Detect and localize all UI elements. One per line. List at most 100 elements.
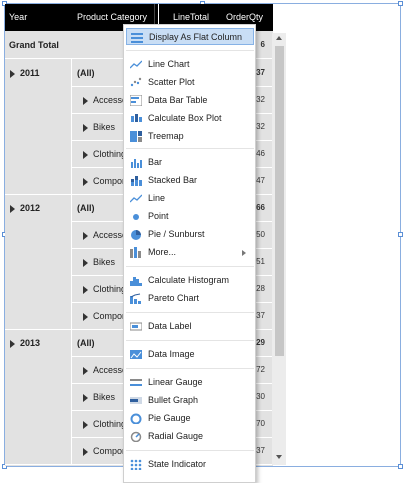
expand-triangle-icon[interactable]: [10, 204, 15, 213]
context-menu: Display As Flat Column Line Chart Scatter …: [123, 24, 256, 483]
menu-item-state-indicator[interactable]: State Indicator: [126, 456, 254, 473]
order-qty-value: 32: [256, 122, 265, 131]
expand-triangle-icon[interactable]: [83, 123, 88, 132]
menu-item-stacked-bar[interactable]: Stacked Bar: [126, 172, 254, 189]
order-qty-value: 51: [256, 257, 265, 266]
menu-item-line[interactable]: Line: [126, 190, 254, 207]
year-label: 2011: [10, 68, 40, 78]
radial-gauge-icon: [130, 431, 142, 443]
menu-item-data-image[interactable]: Data Image: [126, 346, 254, 363]
resize-handle-bottom-right[interactable]: [398, 464, 403, 469]
scroll-thumb[interactable]: [275, 46, 284, 356]
expand-triangle-icon[interactable]: [83, 96, 88, 105]
menu-item-label: Data Label: [148, 321, 192, 331]
point-icon: [130, 211, 142, 222]
menu-item-pie[interactable]: Pie / Sunburst: [126, 226, 254, 243]
year-label: 2013: [10, 338, 40, 348]
menu-item-point[interactable]: Point: [126, 208, 254, 225]
menu-item-label: Line: [148, 193, 166, 203]
category-label: Clothing: [83, 419, 126, 429]
menu-item-pareto[interactable]: Pareto Chart: [126, 290, 254, 307]
expand-triangle-icon[interactable]: [10, 339, 15, 348]
menu-item-bar[interactable]: Bar: [126, 154, 254, 171]
menu-item-label: Treemap: [148, 131, 184, 141]
category-label: Bikes: [83, 122, 115, 132]
menu-item-treemap[interactable]: Treemap: [126, 128, 254, 145]
order-qty-value: 46: [256, 149, 265, 158]
pie-gauge-icon: [130, 413, 142, 425]
expand-triangle-icon[interactable]: [10, 69, 15, 78]
box-plot-icon: [130, 113, 142, 124]
menu-item-bullet-graph[interactable]: Bullet Graph: [126, 392, 254, 409]
menu-item-label: Point: [148, 211, 169, 221]
menu-item-label: Stacked Bar: [148, 175, 198, 185]
menu-item-label: Bullet Graph: [148, 395, 199, 405]
year-row-header[interactable]: 2012: [5, 194, 71, 329]
order-qty-value: 37: [256, 68, 265, 77]
menu-item-pie-gauge[interactable]: Pie Gauge: [126, 410, 254, 427]
pie-icon: [130, 229, 142, 240]
order-qty-value: 32: [256, 95, 265, 104]
expand-triangle-icon[interactable]: [83, 366, 88, 375]
order-qty-value: 29: [256, 338, 265, 347]
expand-triangle-icon[interactable]: [83, 312, 88, 321]
year-label: 2012: [10, 203, 40, 213]
menu-item-label: Calculate Box Plot: [148, 113, 222, 123]
menu-item-label: State Indicator: [148, 459, 207, 469]
data-bar-table-icon: [129, 94, 143, 107]
scatter-plot-icon: [130, 77, 142, 88]
order-qty-value: 66: [256, 203, 265, 212]
expand-triangle-icon[interactable]: [83, 150, 88, 159]
expand-triangle-icon[interactable]: [83, 420, 88, 429]
menu-item-data-label[interactable]: Data Label: [126, 318, 254, 335]
menu-item-box-plot[interactable]: Calculate Box Plot: [126, 110, 254, 127]
category-label: Compon: [83, 176, 127, 186]
resize-handle-right[interactable]: [398, 232, 403, 237]
year-row-header[interactable]: 2011: [5, 59, 71, 194]
linear-gauge-icon: [130, 377, 142, 388]
pareto-icon: [130, 293, 142, 304]
menu-item-data-bar-table[interactable]: Data Bar Table: [126, 92, 254, 109]
order-qty-value: 47: [256, 176, 265, 185]
scroll-up-icon[interactable]: [276, 36, 282, 40]
category-label: (All): [77, 338, 95, 348]
expand-triangle-icon[interactable]: [83, 285, 88, 294]
year-column-header[interactable]: Year: [9, 4, 27, 31]
menu-separator: [126, 148, 254, 149]
vertical-scrollbar[interactable]: [272, 33, 286, 465]
menu-separator: [126, 50, 254, 51]
expand-triangle-icon[interactable]: [83, 258, 88, 267]
menu-item-label: Data Image: [148, 349, 195, 359]
expand-triangle-icon[interactable]: [83, 393, 88, 402]
grand-total-label: Grand Total: [9, 40, 59, 50]
category-label: Bikes: [83, 392, 115, 402]
menu-item-label: Radial Gauge: [148, 431, 204, 441]
menu-item-scatter-plot[interactable]: Scatter Plot: [126, 74, 254, 91]
menu-item-label: Data Bar Table: [148, 95, 208, 105]
menu-item-histogram[interactable]: Calculate Histogram: [126, 272, 254, 289]
year-row-header[interactable]: 2013: [5, 329, 71, 464]
menu-item-flat-column[interactable]: Display As Flat Column: [126, 28, 254, 45]
menu-item-more[interactable]: More...: [126, 244, 254, 261]
category-label: (All): [77, 203, 95, 213]
category-label: Clothing: [83, 284, 126, 294]
flat-column-icon: [131, 32, 143, 43]
order-qty-value: 37: [256, 311, 265, 320]
data-image-icon: [130, 349, 142, 360]
menu-item-linear-gauge[interactable]: Linear Gauge: [126, 374, 254, 391]
category-label: (All): [77, 68, 95, 78]
scroll-down-icon[interactable]: [276, 455, 282, 459]
expand-triangle-icon[interactable]: [83, 231, 88, 240]
stacked-bar-icon: [130, 175, 142, 186]
menu-separator: [126, 340, 254, 341]
menu-item-label: Scatter Plot: [148, 77, 195, 87]
bullet-graph-icon: [130, 395, 142, 406]
menu-item-radial-gauge[interactable]: Radial Gauge: [126, 428, 254, 445]
category-label: Clothing: [83, 149, 126, 159]
menu-item-line-chart[interactable]: Line Chart: [126, 56, 254, 73]
expand-triangle-icon[interactable]: [83, 177, 88, 186]
menu-separator: [126, 312, 254, 313]
treemap-icon: [130, 131, 142, 142]
expand-triangle-icon[interactable]: [83, 447, 88, 456]
resize-handle-top-right[interactable]: [398, 1, 403, 6]
